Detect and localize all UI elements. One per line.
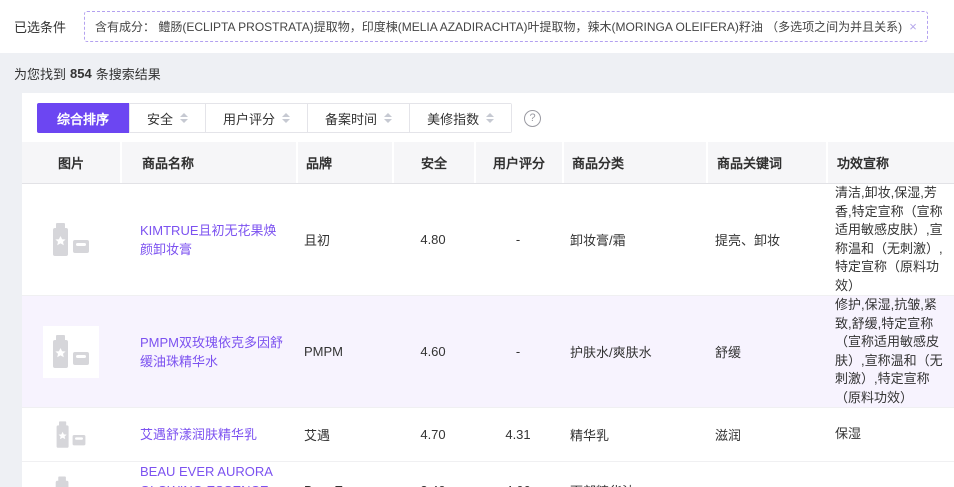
product-keywords: 滋润	[706, 425, 826, 444]
header-image: 图片	[22, 142, 120, 183]
table-header-row: 图片 商品名称 品牌 安全 用户评分 商品分类 商品关键词 功效宣称	[22, 142, 954, 184]
results-summary-bar: 为您找到 854 条搜索结果	[0, 53, 954, 93]
tab-meixiu-index-sort[interactable]: 美修指数	[409, 104, 511, 132]
product-efficacy: -	[826, 481, 954, 487]
product-thumbnail[interactable]	[22, 415, 120, 455]
tab-filing-date-sort-label: 备案时间	[325, 109, 377, 128]
product-name-link[interactable]: KIMTRUE且初无花果焕颜卸妆膏	[140, 223, 277, 257]
sort-carets-icon	[180, 113, 188, 123]
products-table: 图片 商品名称 品牌 安全 用户评分 商品分类 商品关键词 功效宣称 KIMTR…	[22, 142, 954, 487]
product-thumbnail[interactable]	[22, 469, 120, 487]
close-icon[interactable]: ×	[909, 20, 917, 33]
product-brand: 且初	[296, 230, 392, 249]
results-suffix: 条搜索结果	[96, 64, 161, 83]
product-placeholder-icon	[43, 326, 99, 378]
tab-safety-sort[interactable]: 安全	[129, 104, 205, 132]
product-safety-score: 4.70	[392, 427, 474, 442]
tab-filing-date-sort[interactable]: 备案时间	[307, 104, 409, 132]
product-user-score: -	[474, 344, 562, 359]
ingredient-filter-tag[interactable]: 含有成分： 鳢肠(ECLIPTA PROSTRATA)提取物，印度楝(MELIA…	[84, 11, 928, 42]
tab-user-score-sort[interactable]: 用户评分	[205, 104, 307, 132]
table-row: 艾遇舒漾润肤精华乳 艾遇 4.70 4.31 精华乳 滋润 保湿	[22, 408, 954, 462]
selected-filters-bar: 已选条件 含有成分： 鳢肠(ECLIPTA PROSTRATA)提取物，印度楝(…	[0, 0, 954, 53]
product-user-score: -	[474, 232, 562, 247]
product-placeholder-icon	[43, 415, 99, 455]
product-placeholder-icon	[43, 469, 99, 487]
table-row: BEAU EVER AURORA GLOWING ESSENCE OIL Bea…	[22, 462, 954, 487]
sort-bar: 综合排序 安全 用户评分 备案时间 美修指数 ?	[37, 103, 954, 133]
selected-filters-label: 已选条件	[14, 17, 66, 36]
product-safety-score: 4.80	[392, 232, 474, 247]
header-name: 商品名称	[120, 142, 296, 183]
product-safety-score: 4.60	[392, 344, 474, 359]
results-prefix: 为您找到	[14, 64, 66, 83]
product-keywords: 舒缓	[706, 342, 826, 361]
tab-composite-sort[interactable]: 综合排序	[37, 103, 129, 133]
tab-composite-sort-label: 综合排序	[57, 109, 109, 128]
product-efficacy: 修护,保湿,抗皱,紧致,舒缓,特定宣称（宣称适用敏感皮肤）,宣称温和（无刺激）,…	[826, 296, 954, 407]
product-efficacy: 清洁,卸妆,保湿,芳香,特定宣称（宣称适用敏感皮肤）,宣称温和（无刺激）,特定宣…	[826, 184, 954, 295]
product-name-link[interactable]: BEAU EVER AURORA GLOWING ESSENCE OIL	[140, 464, 272, 487]
product-user-score: 4.66	[474, 483, 562, 487]
product-category: 卸妆膏/霜	[562, 230, 706, 249]
header-user-score: 用户评分	[474, 142, 562, 183]
product-user-score: 4.31	[474, 427, 562, 442]
product-category: 面部精华油	[562, 481, 706, 487]
header-keywords: 商品关键词	[706, 142, 826, 183]
sort-carets-icon	[384, 113, 392, 123]
header-safety: 安全	[392, 142, 474, 183]
product-category: 精华乳	[562, 425, 706, 444]
header-efficacy: 功效宣称	[826, 142, 954, 183]
product-keywords: 提亮、卸妆	[706, 230, 826, 249]
sort-carets-icon	[486, 113, 494, 123]
product-category: 护肤水/爽肤水	[562, 342, 706, 361]
results-count: 854	[70, 66, 92, 81]
header-category: 商品分类	[562, 142, 706, 183]
header-brand: 品牌	[296, 142, 392, 183]
product-thumbnail[interactable]	[22, 214, 120, 266]
help-icon[interactable]: ?	[524, 110, 541, 127]
ingredient-filter-text: 含有成分： 鳢肠(ECLIPTA PROSTRATA)提取物，印度楝(MELIA…	[95, 18, 902, 35]
product-safety-score: 3.40	[392, 483, 474, 487]
product-thumbnail[interactable]	[22, 326, 120, 378]
product-name-link[interactable]: 艾遇舒漾润肤精华乳	[140, 427, 257, 442]
product-efficacy: 保湿	[826, 425, 954, 444]
table-row: KIMTRUE且初无花果焕颜卸妆膏 且初 4.80 - 卸妆膏/霜 提亮、卸妆 …	[22, 184, 954, 296]
results-card: 综合排序 安全 用户评分 备案时间 美修指数 ? 图片 商品名称	[22, 93, 954, 487]
tab-user-score-sort-label: 用户评分	[223, 109, 275, 128]
product-brand: PMPM	[296, 344, 392, 359]
tab-safety-sort-label: 安全	[147, 109, 173, 128]
product-brand: 艾遇	[296, 425, 392, 444]
product-brand: BeauEver	[296, 483, 392, 487]
product-name-link[interactable]: PMPM双玫瑰依克多因舒缓油珠精华水	[140, 335, 283, 369]
sort-carets-icon	[282, 113, 290, 123]
product-keywords: -	[706, 483, 826, 487]
tab-meixiu-index-sort-label: 美修指数	[427, 109, 479, 128]
table-row: PMPM双玫瑰依克多因舒缓油珠精华水 PMPM 4.60 - 护肤水/爽肤水 舒…	[22, 296, 954, 408]
sort-tab-group: 综合排序 安全 用户评分 备案时间 美修指数	[37, 103, 512, 133]
product-placeholder-icon	[43, 214, 99, 266]
